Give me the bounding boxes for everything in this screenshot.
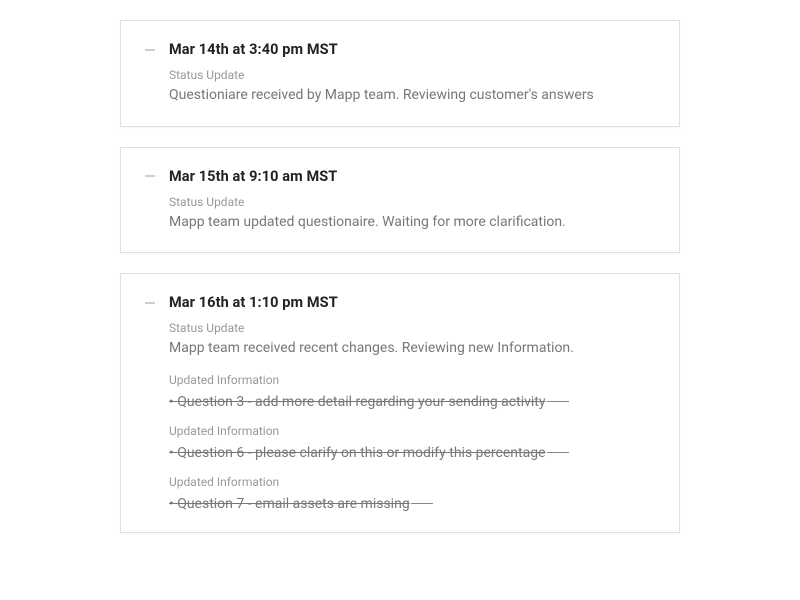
section-body: Mapp team updated questionaire. Waiting … (169, 213, 655, 233)
section-body-strike: • Question 3 - add more detail regarding… (169, 394, 569, 410)
section-label: Updated Information (169, 373, 655, 387)
section-body-strike: • Question 7 - email assets are missing (169, 496, 433, 512)
card-header: Mar 14th at 3:40 pm MST (145, 41, 655, 58)
status-update-card: Mar 15th at 9:10 am MST Status Update Ma… (120, 147, 680, 254)
timestamp: Mar 16th at 1:10 pm MST (169, 294, 338, 311)
section-label: Status Update (169, 68, 655, 82)
collapse-icon[interactable] (145, 175, 155, 177)
timestamp: Mar 14th at 3:40 pm MST (169, 41, 338, 58)
section-label: Status Update (169, 321, 655, 335)
status-update-card: Mar 16th at 1:10 pm MST Status Update Ma… (120, 273, 680, 533)
status-section: Status Update Questioniare received by M… (145, 68, 655, 106)
section-label: Updated Information (169, 475, 655, 489)
section-body-strike: • Question 6 - please clarify on this or… (169, 445, 569, 461)
card-header: Mar 16th at 1:10 pm MST (145, 294, 655, 311)
section-body: Questioniare received by Mapp team. Revi… (169, 86, 655, 106)
status-section: Status Update Mapp team received recent … (145, 321, 655, 359)
updated-info-section: Updated Information • Question 7 - email… (145, 475, 655, 512)
timestamp: Mar 15th at 9:10 am MST (169, 168, 337, 185)
card-header: Mar 15th at 9:10 am MST (145, 168, 655, 185)
section-body: Mapp team received recent changes. Revie… (169, 339, 655, 359)
collapse-icon[interactable] (145, 49, 155, 51)
section-label: Status Update (169, 195, 655, 209)
updated-info-section: Updated Information • Question 3 - add m… (145, 373, 655, 410)
collapse-icon[interactable] (145, 302, 155, 304)
updated-info-section: Updated Information • Question 6 - pleas… (145, 424, 655, 461)
status-section: Status Update Mapp team updated question… (145, 195, 655, 233)
section-label: Updated Information (169, 424, 655, 438)
status-update-card: Mar 14th at 3:40 pm MST Status Update Qu… (120, 20, 680, 127)
